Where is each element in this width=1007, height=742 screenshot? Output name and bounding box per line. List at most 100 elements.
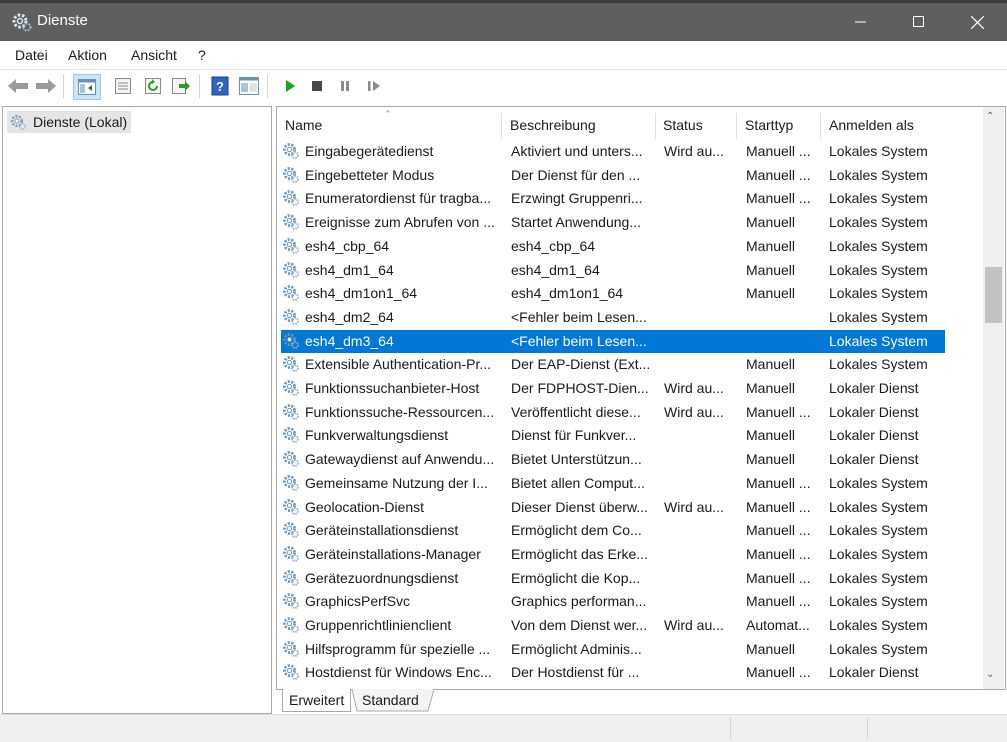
export-button[interactable] [169,74,193,98]
tab-standard[interactable]: Standard [356,689,425,711]
stop-service-button[interactable] [305,74,329,98]
minimize-button[interactable] [832,3,890,41]
service-gear-icon [283,640,299,657]
scrollbar-thumb[interactable] [985,267,1002,323]
title-bar[interactable]: Dienste [0,3,1007,41]
forward-button[interactable] [34,74,58,98]
column-header-row: ⌃ Name Beschreibung Status Starttyp Anme… [277,107,983,141]
column-header-status[interactable]: Status [663,117,703,133]
service-name: Eingabegerätedienst [305,143,434,159]
service-logon-as: Lokaler Dienst [829,403,919,420]
services-list: ⌃ Name Beschreibung Status Starttyp Anme… [276,106,1006,690]
properties-button[interactable] [111,74,135,98]
tab-erweitert[interactable]: Erweitert [282,689,352,712]
service-description: Ermöglicht die Kop... [511,569,641,586]
service-description: Bietet allen Comput... [511,474,645,491]
service-row[interactable]: Enumeratordienst für tragba... Erzwingt G… [281,187,945,210]
stop-service-icon [312,81,322,91]
service-row[interactable]: Geräteinstallations-Manager Ermöglicht da… [281,543,945,566]
toolbar-separator [267,74,268,98]
column-divider[interactable] [820,113,821,139]
service-status: Wird au... [664,403,724,420]
service-startup-type: Manuell ... [746,498,811,515]
status-divider [867,717,868,740]
tree-pane: Dienste (Lokal) [2,106,272,714]
service-row[interactable]: GraphicsPerfSvc Graphics performan... Manu… [281,590,945,613]
service-gear-icon [283,237,299,254]
start-service-button[interactable] [278,74,302,98]
service-gear-icon [283,569,299,586]
service-startup-type: Manuell [746,451,796,468]
service-startup-type: Manuell ... [746,522,811,539]
service-startup-type: Manuell ... [746,545,811,562]
service-logon-as: Lokaler Dienst [829,664,919,681]
service-row[interactable]: esh4_dm2_64 <Fehler beim Lesen... Lokales … [281,306,945,329]
gear-icon [10,114,27,131]
service-name: Funktionssuche-Ressourcen... [305,403,495,420]
service-row[interactable]: Geolocation-Dienst Dieser Dienst überw...… [281,496,945,519]
service-row[interactable]: Gatewaydienst auf Anwendu... Bietet Unter… [281,448,945,471]
column-header-name[interactable]: Name [285,117,322,133]
service-name: Geräteinstallations-Manager [305,545,481,562]
service-row[interactable]: Ereignisse zum Abrufen von ... Startet An… [281,211,945,234]
service-logon-as: Lokales System [829,190,928,207]
menu-ansicht[interactable]: Ansicht [131,47,177,63]
pause-service-button[interactable] [333,74,357,98]
close-button[interactable] [948,3,1006,41]
service-logon-as: Lokales System [829,498,928,515]
service-row[interactable]: Funkverwaltungsdienst Dienst für Funkver.… [281,424,945,447]
service-row[interactable]: Hostdienst für Windows Enc... Der Hostdie… [281,661,945,684]
column-divider[interactable] [736,113,737,139]
service-row[interactable]: Extensible Authentication-Pr... Der EAP-D… [281,353,945,376]
service-row[interactable]: Funktionssuchanbieter-Host Der FDPHOST-Di… [281,377,945,400]
show-tree-button[interactable] [73,74,101,100]
back-button[interactable] [6,74,30,98]
service-row[interactable]: Gemeinsame Nutzung der I... Bietet allen … [281,472,945,495]
service-description: <Fehler beim Lesen... [511,332,647,349]
service-name: Enumeratordienst für tragba... [305,190,491,207]
column-divider[interactable] [655,113,656,139]
service-description: <Fehler beim Lesen... [511,308,647,325]
console-view-icon [239,77,259,95]
menu-datei[interactable]: Datei [15,47,48,63]
service-row[interactable]: esh4_dm3_64 <Fehler beim Lesen... Lokales … [281,329,945,353]
service-logon-as: Lokaler Dienst [829,427,919,444]
console-view-button[interactable] [237,74,261,98]
service-row[interactable]: Gerätezuordnungsdienst Ermöglicht die Kop… [281,567,945,590]
service-gear-icon [283,143,299,159]
service-row[interactable]: Eingebetteter Modus Der Dienst für den ..… [281,164,945,187]
service-logon-as: Lokales System [829,308,928,325]
service-row[interactable]: esh4_dm1_64 esh4_dm1_64 Manuell Lokales Sys… [281,259,945,282]
service-logon-as: Lokales System [829,237,928,254]
maximize-button[interactable] [890,3,948,41]
service-logon-as: Lokales System [829,356,928,373]
service-startup-type: Manuell ... [746,593,811,610]
menu-aktion[interactable]: Aktion [68,47,107,63]
service-description: Erzwingt Gruppenri... [511,190,643,207]
service-description: Der Hostdienst für ... [511,664,640,681]
scroll-down-icon[interactable]: ⌄ [986,669,994,680]
column-divider[interactable] [501,113,502,139]
maximize-icon [913,16,924,27]
service-row[interactable]: esh4_cbp_64 esh4_cbp_64 Manuell Lokales Sys… [281,235,945,258]
refresh-button[interactable] [141,74,165,98]
column-header-logon-as[interactable]: Anmelden als [829,117,914,133]
help-button[interactable]: ? [208,74,232,98]
service-logon-as: Lokales System [829,569,928,586]
service-row[interactable]: Gruppenrichtlinienclient Von dem Dienst w… [281,614,945,637]
service-row[interactable]: esh4_dm1on1_64 esh4_dm1on1_64 Manuell Lokal… [281,282,945,305]
service-row[interactable]: Funktionssuche-Ressourcen... Veröffentlic… [281,401,945,424]
column-header-description[interactable]: Beschreibung [510,117,596,133]
service-row[interactable]: Hilfsprogramm für spezielle ... Ermöglich… [281,638,945,661]
resume-service-button[interactable] [362,74,386,98]
scroll-up-icon[interactable]: ⌃ [986,111,994,122]
service-description: Der FDPHOST-Dien... [511,380,649,396]
service-row[interactable]: Eingabegerätedienst Aktiviert und unters.… [281,140,945,163]
service-name: Geräteinstallationsdienst [305,522,459,539]
service-row[interactable]: Geräteinstallationsdienst Ermöglicht dem … [281,519,945,542]
vertical-scrollbar[interactable]: ⌃ ⌄ [983,107,1004,689]
service-description: Graphics performan... [511,593,647,610]
column-header-startup-type[interactable]: Starttyp [745,117,793,133]
menu-help[interactable]: ? [198,47,206,63]
tree-item-services-local[interactable]: Dienste (Lokal) [7,111,132,133]
